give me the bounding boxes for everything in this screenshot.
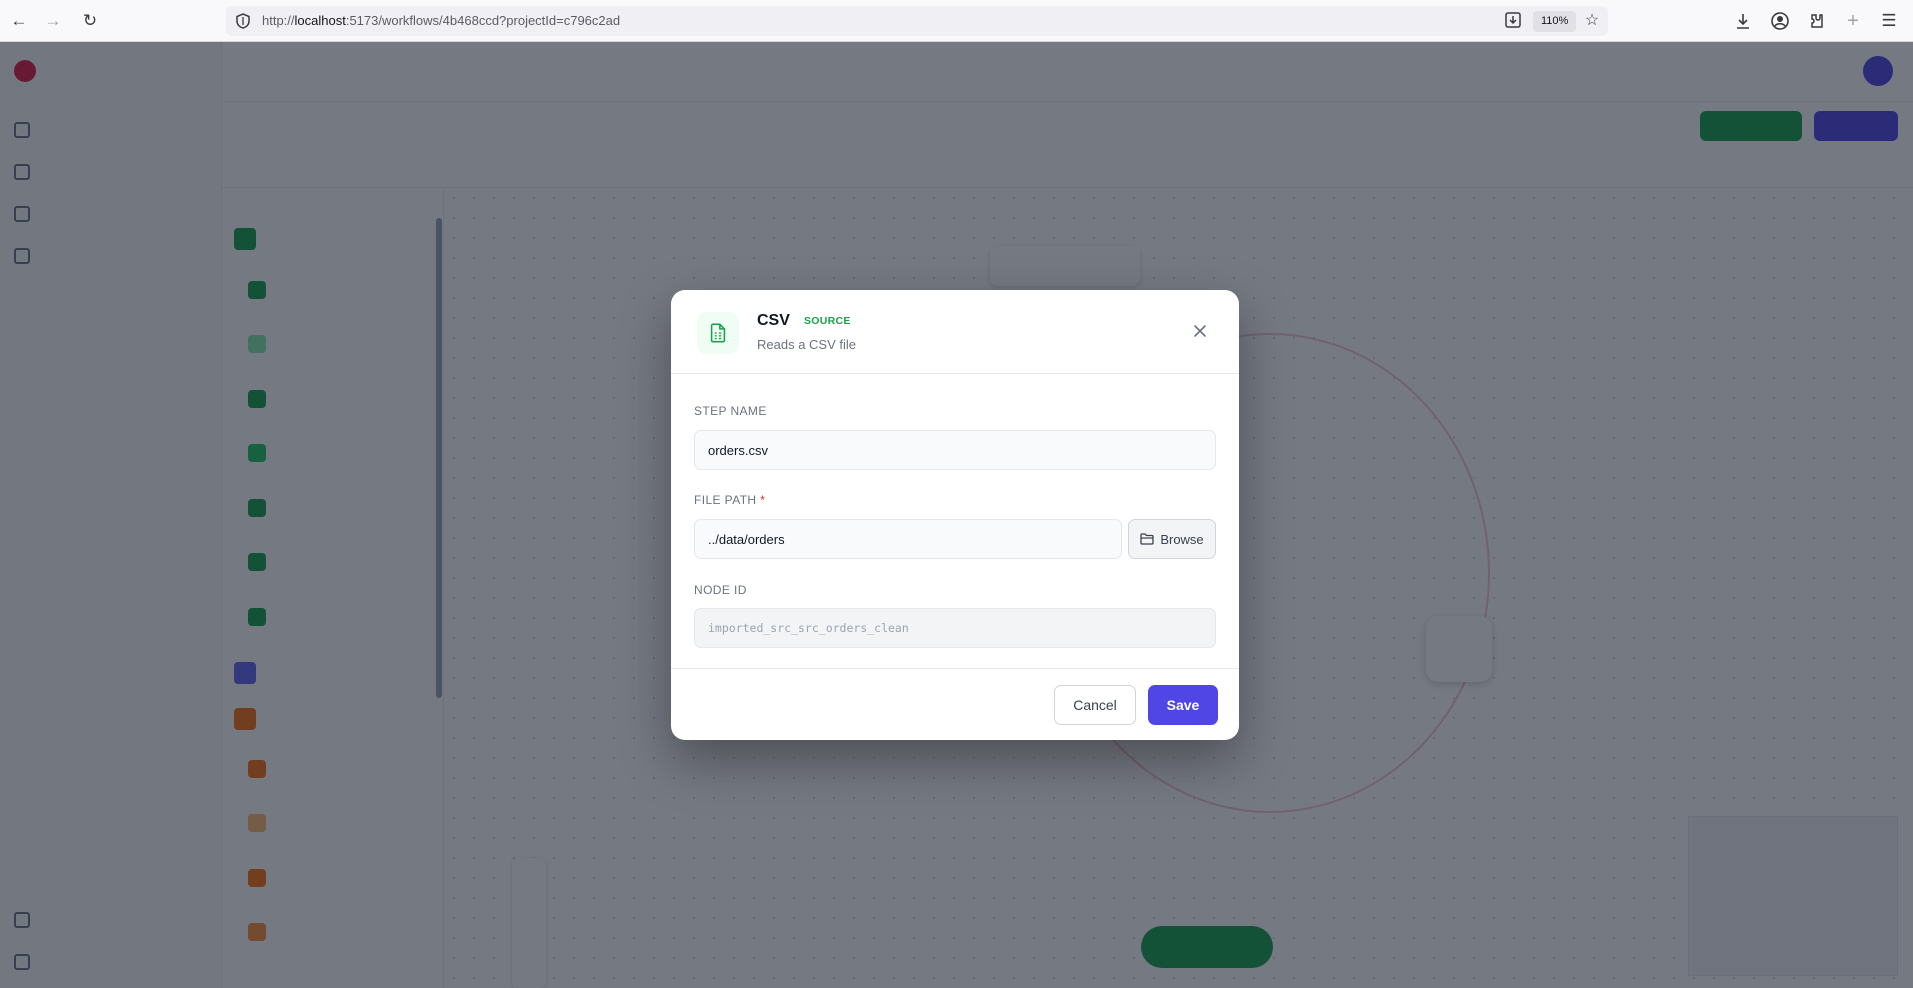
download-icon[interactable] <box>1731 9 1755 33</box>
modal-title: CSV <box>757 312 790 329</box>
close-button[interactable] <box>1189 320 1211 342</box>
new-tab-icon[interactable]: + <box>1841 9 1865 33</box>
cancel-button[interactable]: Cancel <box>1054 685 1136 725</box>
bookmark-star-icon[interactable]: ☆ <box>1582 10 1602 30</box>
browse-button[interactable]: Browse <box>1128 519 1216 559</box>
node-id-label: NODE ID <box>694 583 747 597</box>
modal-footer: Cancel Save <box>671 668 1239 740</box>
back-icon[interactable]: ← <box>7 9 31 33</box>
extensions-icon[interactable] <box>1804 9 1828 33</box>
required-asterisk: * <box>760 493 766 507</box>
url-prefix: http:// <box>262 13 295 28</box>
account-icon[interactable] <box>1768 9 1792 33</box>
node-id-field: imported_src_src_orders_clean <box>694 608 1216 648</box>
shield-icon[interactable] <box>234 12 252 30</box>
folder-icon <box>1140 533 1154 545</box>
step-name-label: STEP NAME <box>694 404 767 418</box>
file-path-label: FILE PATH * <box>694 493 765 507</box>
forward-icon[interactable]: → <box>41 9 65 33</box>
csv-file-icon <box>710 323 726 343</box>
url-host: localhost <box>294 13 346 28</box>
node-icon-container <box>697 312 739 354</box>
file-path-input[interactable]: ../data/orders <box>694 519 1122 559</box>
browse-label: Browse <box>1160 531 1204 547</box>
menu-icon[interactable]: ☰ <box>1877 9 1901 33</box>
source-badge: SOURCE <box>804 315 851 327</box>
modal-subtitle: Reads a CSV file <box>757 337 856 352</box>
step-name-input[interactable]: orders.csv <box>694 430 1216 470</box>
address-bar[interactable]: http://localhost:5173/workflows/4b468ccd… <box>226 6 1608 36</box>
zoom-level[interactable]: 110% <box>1533 11 1577 32</box>
url-text[interactable]: http://localhost:5173/workflows/4b468ccd… <box>262 13 620 28</box>
modal-header: CSV SOURCE Reads a CSV file <box>671 290 1239 374</box>
node-config-modal: CSV SOURCE Reads a CSV file STEP NAME or… <box>671 290 1239 740</box>
reader-view-icon[interactable] <box>1503 10 1523 30</box>
save-button[interactable]: Save <box>1148 685 1218 725</box>
browser-toolbar: ← → ↻ http://localhost:5173/workflows/4b… <box>0 0 1913 42</box>
reload-icon[interactable]: ↻ <box>78 9 102 33</box>
url-path: :5173/workflows/4b468ccd?projectId=c796c… <box>345 13 621 28</box>
file-path-label-text: FILE PATH <box>694 493 757 507</box>
close-icon[interactable] <box>1193 324 1207 338</box>
